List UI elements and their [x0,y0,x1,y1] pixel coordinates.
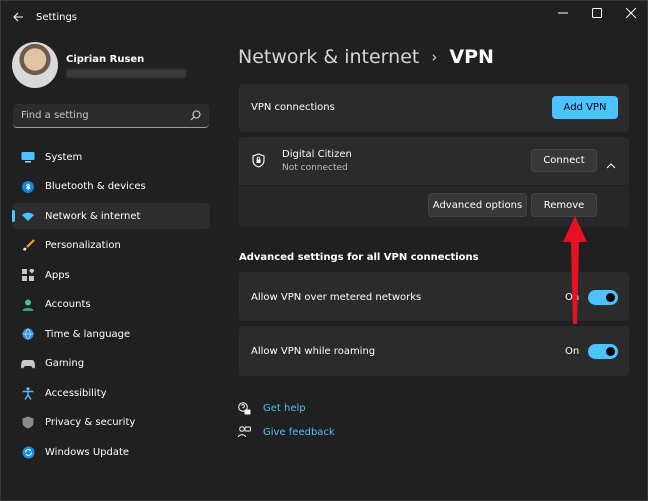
person-icon [21,298,35,312]
roaming-row: Allow VPN while roaming On [239,326,629,376]
app-title: Settings [36,12,78,23]
minimize-button[interactable] [546,0,580,26]
give-feedback-text[interactable]: Give feedback [263,427,335,438]
back-button[interactable] [6,6,30,28]
sidebar-item-label: Accounts [45,299,91,310]
sidebar-item-label: Windows Update [45,446,130,458]
chevron-up-icon[interactable] [606,155,616,174]
sidebar-item-time-language[interactable]: Time & language [12,321,210,347]
search-input[interactable] [21,110,190,121]
sidebar-item-accounts[interactable]: Accounts [12,292,210,318]
sidebar-item-bluetooth[interactable]: Bluetooth & devices [12,174,210,200]
search-box[interactable] [13,104,209,128]
sidebar-nav: System Bluetooth & devices Network & int… [12,144,210,469]
apps-icon [21,268,35,282]
roaming-label: Allow VPN while roaming [251,346,376,357]
page-title: VPN [449,46,494,68]
bluetooth-icon [21,180,35,194]
roaming-toggle-state: On [565,346,580,357]
sidebar-item-label: System [45,151,83,163]
connect-button[interactable]: Connect [531,149,597,172]
sidebar-item-network[interactable]: Network & internet [12,203,210,229]
sidebar-item-label: Time & language [45,328,131,340]
gamepad-icon [21,357,35,371]
vpn-connection-name: Digital Citizen [282,149,352,160]
breadcrumb-parent[interactable]: Network & internet [238,46,419,68]
vpn-connections-label: VPN connections [251,102,335,113]
sidebar-item-gaming[interactable]: Gaming [12,351,210,377]
minimize-icon [558,12,568,14]
get-help-link[interactable]: Get help [238,402,306,415]
sidebar-item-system[interactable]: System [12,144,210,170]
sidebar-item-apps[interactable]: Apps [12,262,210,288]
sidebar-item-label: Network & internet [45,210,141,222]
sidebar-item-label: Bluetooth & devices [45,181,146,192]
vpn-connection-status: Not connected [282,163,348,173]
sidebar-item-label: Privacy & security [45,417,136,428]
sidebar-item-label: Personalization [45,240,121,251]
sidebar-item-label: Accessibility [45,387,107,399]
vpn-connection-header[interactable]: Digital Citizen Not connected Connect [239,137,629,185]
close-icon [626,8,636,18]
user-email-redacted [66,69,186,78]
sidebar-item-label: Apps [45,269,70,281]
breadcrumb: Network & internet › VPN [238,43,494,71]
sidebar-item-privacy[interactable]: Privacy & security [12,410,210,436]
shield-icon [21,416,35,430]
globe-clock-icon [21,327,35,341]
get-help-text[interactable]: Get help [263,403,306,414]
sidebar-item-accessibility[interactable]: Accessibility [12,380,210,406]
wifi-icon [21,209,35,223]
search-icon[interactable] [190,110,201,121]
add-vpn-button[interactable]: Add VPN [552,96,618,119]
advanced-settings-heading: Advanced settings for all VPN connection… [239,252,479,263]
monitor-icon [21,150,35,164]
maximize-icon [592,8,602,18]
help-icon [238,402,251,415]
brush-icon [21,239,35,253]
sidebar-item-label: Gaming [45,358,85,369]
user-profile[interactable]: Ciprian Rusen [12,42,212,90]
breadcrumb-separator: › [431,48,438,66]
back-arrow-icon [13,12,23,22]
feedback-icon [238,426,251,438]
sidebar-item-personalization[interactable]: Personalization [12,233,210,259]
maximize-button[interactable] [580,0,614,26]
close-button[interactable] [614,0,648,26]
accessibility-icon [21,386,35,400]
annotation-arrow-icon [563,216,587,324]
advanced-options-button[interactable]: Advanced options [428,193,527,217]
sidebar-item-windows-update[interactable]: Windows Update [12,439,210,465]
roaming-toggle[interactable] [588,344,618,359]
title-bar: Settings [0,0,648,34]
vpn-connections-card: VPN connections Add VPN [239,84,629,132]
avatar [12,42,58,88]
give-feedback-link[interactable]: Give feedback [238,426,335,439]
user-name: Ciprian Rusen [66,54,145,65]
update-icon [21,445,35,459]
metered-networks-label: Allow VPN over metered networks [251,292,422,303]
metered-networks-toggle[interactable] [588,290,618,305]
vpn-shield-icon [252,153,265,172]
